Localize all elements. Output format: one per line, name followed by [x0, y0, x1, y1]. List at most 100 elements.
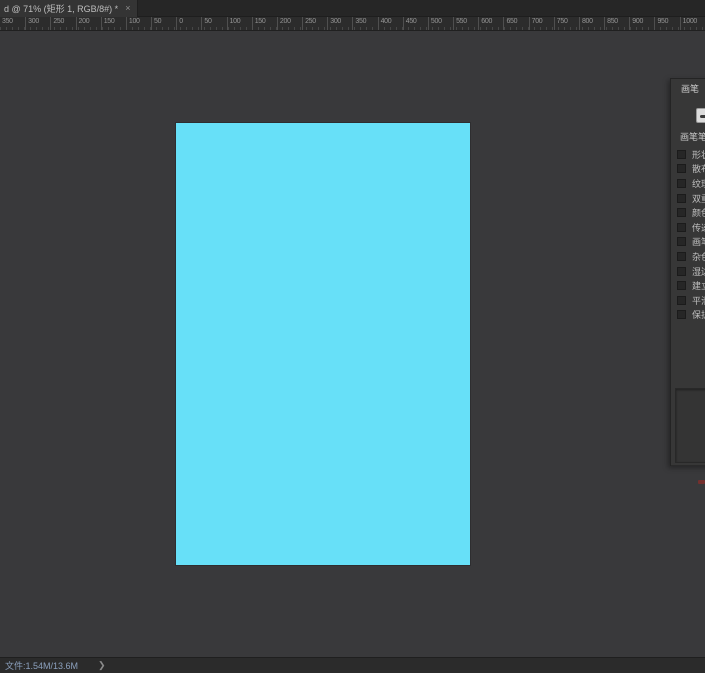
ruler-tick: 400: [377, 17, 403, 30]
ruler-tick-label: 700: [531, 18, 543, 25]
status-bar: 文件:1.54M/13.6M ❯: [0, 657, 705, 673]
checkbox-icon[interactable]: [677, 164, 686, 174]
brush-stroke-thumbnail-button[interactable]: [696, 108, 705, 123]
brush-option-label: 散布: [692, 164, 705, 175]
ruler-tick: 150: [251, 17, 277, 30]
ruler-tick: 500: [427, 17, 453, 30]
ruler-tick: 750: [553, 17, 579, 30]
ruler-tick: 300: [25, 17, 50, 30]
ruler-tick-label: 800: [581, 18, 593, 25]
brush-option-row[interactable]: 湿边: [671, 264, 705, 279]
checkbox-icon[interactable]: [677, 281, 686, 291]
file-size-status: 文件:1.54M/13.6M: [5, 661, 79, 671]
checkbox-icon[interactable]: [677, 237, 686, 247]
checkbox-icon[interactable]: [677, 178, 686, 188]
ruler-tick: 550: [453, 17, 478, 30]
brush-option-label: 纹理: [692, 178, 705, 189]
ruler-tick: 650: [503, 17, 528, 30]
brush-option-row[interactable]: 杂色: [671, 249, 705, 264]
ruler-tick-label: 200: [279, 18, 291, 25]
brush-option-label: 颜色动态: [692, 208, 705, 219]
brush-option-row[interactable]: 颜色动态: [671, 205, 705, 220]
brush-option-row[interactable]: 保护纹理: [671, 308, 705, 323]
brush-panel-tab[interactable]: 画笔: [671, 79, 705, 98]
brush-option-label: 双重画笔: [692, 193, 705, 204]
ruler-tick: 350: [352, 17, 377, 30]
brush-option-row[interactable]: 传递: [671, 220, 705, 235]
ruler-tick-label: 900: [632, 18, 644, 25]
brush-option-row[interactable]: 双重画笔: [671, 191, 705, 206]
brush-option-label: 形状动态: [692, 149, 705, 160]
checkbox-icon[interactable]: [677, 251, 686, 261]
brush-option-label: 传递: [692, 222, 705, 233]
ruler-tick: 600: [478, 17, 503, 30]
ruler-tick-label: 350: [355, 18, 367, 25]
brush-option-label: 湿边: [692, 266, 705, 277]
brush-option-row[interactable]: 纹理: [671, 176, 705, 191]
ruler-tick: 300: [327, 17, 352, 30]
ruler-tick: 200: [75, 17, 101, 30]
panel-footer-dot-icon: [698, 480, 705, 484]
horizontal-ruler[interactable]: 350 300 250 200 150 100 50 0 50 100 150 200 250 300 35…: [0, 17, 705, 31]
document-tab-title: d @ 71% (矩形 1, RGB/8#) *: [4, 4, 119, 14]
brush-option-label: 杂色: [692, 251, 705, 262]
photoshop-window: d @ 71% (矩形 1, RGB/8#) * × 350 300 250 200 1…: [0, 0, 705, 673]
ruler-tick-label: 0: [179, 18, 183, 25]
ruler-tick-label: 550: [456, 18, 467, 25]
status-expander-chevron-icon[interactable]: ❯: [98, 660, 106, 671]
brush-option-label: 画笔笔势: [692, 237, 705, 248]
checkbox-icon[interactable]: [677, 266, 686, 276]
ruler-tick-label: 250: [53, 18, 65, 25]
ruler-tick-label: 200: [78, 18, 90, 25]
ruler-tick: 250: [50, 17, 75, 30]
ruler-tick: 200: [276, 17, 302, 30]
ruler-tick-label: 1000: [682, 18, 698, 25]
brush-option-label: 平滑: [692, 295, 705, 306]
document-tab[interactable]: d @ 71% (矩形 1, RGB/8#) * ×: [0, 0, 139, 17]
brush-stroke-icon: [700, 115, 705, 118]
ruler-tick-label: 300: [28, 18, 39, 25]
ruler-tick: 350: [0, 17, 25, 30]
ruler-tick-label: 150: [254, 18, 266, 25]
brush-option-row[interactable]: 建立: [671, 278, 705, 293]
ruler-tick-label: 600: [481, 18, 493, 25]
rectangle-shape-layer[interactable]: [176, 123, 470, 565]
ruler-tick: 100: [226, 17, 252, 30]
canvas-area[interactable]: [0, 31, 705, 657]
checkbox-icon[interactable]: [677, 222, 686, 232]
ruler-tick-label: 50: [154, 18, 162, 25]
ruler-tick: 700: [528, 17, 554, 30]
brush-option-row[interactable]: 形状动态: [671, 147, 705, 162]
ruler-tick: 50: [201, 17, 226, 30]
brush-option-row[interactable]: 散布: [671, 162, 705, 177]
ruler-tick-label: 850: [607, 18, 618, 25]
ruler-tick: 1000: [679, 17, 705, 30]
ruler-tick: 450: [402, 17, 428, 30]
ruler-tick-label: 500: [430, 18, 442, 25]
ruler-tick: 150: [100, 17, 126, 30]
brush-options-list: 形状动态散布纹理双重画笔颜色动态传递画笔笔势杂色湿边建立平滑保护纹理: [671, 147, 705, 322]
ruler-tick-label: 950: [657, 18, 669, 25]
ruler-tick-label: 400: [380, 18, 392, 25]
checkbox-icon[interactable]: [677, 310, 686, 320]
ruler-tick: 950: [654, 17, 679, 30]
ruler-tick: 900: [629, 17, 654, 30]
brush-tip-shape-row[interactable]: 画笔笔尖形状: [671, 129, 705, 143]
brush-panel-body: 画笔笔尖形状 形状动态散布纹理双重画笔颜色动态传递画笔笔势杂色湿边建立平滑保护纹…: [671, 98, 705, 484]
brush-stroke-preview: [675, 388, 705, 463]
brush-panel-tab-label: 画笔: [681, 84, 700, 94]
brush-option-row[interactable]: 平滑: [671, 293, 705, 308]
ruler-tick-label: 450: [405, 18, 417, 25]
brush-panel: 画笔 画笔笔尖形状 形状动态散布纹理双重画笔颜色动态传递画笔笔势杂色湿边建立平滑…: [670, 78, 705, 484]
checkbox-icon[interactable]: [677, 149, 686, 159]
close-icon[interactable]: ×: [125, 4, 130, 13]
brush-option-row[interactable]: 画笔笔势: [671, 235, 705, 250]
ruler-tick: 100: [125, 17, 151, 30]
brush-panel-footer: [671, 465, 705, 486]
checkbox-icon[interactable]: [677, 208, 686, 218]
brush-tip-shape-label: 画笔笔尖形状: [680, 131, 705, 142]
checkbox-icon[interactable]: [677, 295, 686, 305]
ruler-tick-label: 750: [556, 18, 568, 25]
ruler-tick-label: 150: [103, 18, 115, 25]
checkbox-icon[interactable]: [677, 193, 686, 203]
